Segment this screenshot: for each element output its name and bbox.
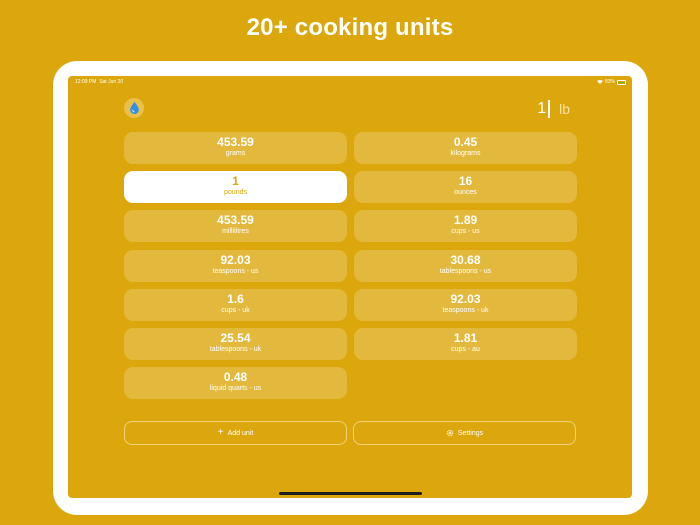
unit-value: 30.68	[450, 252, 481, 267]
unit-label: kilograms	[450, 150, 481, 157]
unit-value: 25.54	[220, 331, 251, 345]
unit-value: 1.89	[453, 213, 478, 228]
battery-icon	[617, 79, 626, 85]
status-left: 12:09 PM Sat Jun 20	[75, 79, 123, 85]
home-indicator	[279, 492, 422, 495]
unit-label: cups - us	[451, 228, 480, 236]
unit-label: liquid quarts - us	[209, 385, 262, 393]
status-time: 12:09 PM	[75, 79, 97, 85]
unit-value: 16	[458, 174, 473, 189]
unit-card[interactable]: 1.89 cups - us	[354, 210, 577, 243]
unit-value: 1.81	[453, 331, 478, 345]
settings-button[interactable]: Settings	[353, 421, 576, 445]
status-bar: 12:09 PM Sat Jun 20 83%	[75, 78, 626, 87]
water-drop-glyph	[129, 102, 139, 114]
water-drop-icon[interactable]	[124, 98, 144, 118]
unit-label: tablespoons - uk	[209, 346, 262, 353]
unit-card[interactable]: 25.54 tablespoons - uk	[124, 328, 347, 360]
plus-icon: +	[217, 427, 224, 438]
unit-label: millilitres	[222, 228, 249, 236]
input-value[interactable]: 1	[537, 100, 546, 118]
unit-label: cups - uk	[221, 306, 250, 314]
unit-label: ounces	[454, 189, 477, 197]
unit-label: tablespoons - us	[439, 267, 492, 275]
unit-value: 453.59	[217, 213, 254, 228]
unit-card[interactable]: 453.59 millilitres	[124, 210, 347, 243]
unit-value: 92.03	[450, 291, 481, 306]
unit-card[interactable]: 92.03 teaspoons - uk	[354, 288, 577, 321]
unit-card[interactable]: 1 pounds	[124, 171, 347, 204]
amount-input[interactable]: 1 lb	[537, 99, 570, 119]
add-unit-button[interactable]: + Add unit	[124, 421, 347, 445]
unit-card[interactable]: 0.45 kilograms	[354, 132, 577, 164]
unit-label: grams	[225, 150, 246, 157]
unit-value: 0.48	[223, 370, 248, 385]
unit-label: teaspoons - us	[212, 267, 259, 275]
settings-label: Settings	[457, 429, 484, 437]
unit-card[interactable]: 1.6 cups - uk	[124, 288, 347, 321]
app-screen: 12:09 PM Sat Jun 20 83% 1 lb 453.59 grams…	[68, 76, 632, 498]
unit-card[interactable]: 1.81 cups - au	[354, 328, 577, 360]
unit-card[interactable]: 30.68 tablespoons - us	[354, 249, 577, 282]
headline: 20+ cooking units	[246, 14, 454, 41]
unit-card[interactable]: 0.48 liquid quarts - us	[124, 367, 347, 400]
input-unit[interactable]: lb	[559, 101, 570, 117]
unit-value: 92.03	[220, 252, 251, 267]
wifi-icon	[596, 80, 603, 84]
battery-percent: 83%	[604, 79, 615, 85]
status-date: Sat Jun 20	[99, 79, 124, 85]
text-caret	[548, 100, 551, 118]
unit-card[interactable]: 453.59 grams	[124, 132, 347, 164]
gear-icon	[446, 429, 454, 437]
status-right: 83%	[596, 79, 626, 85]
unit-label: cups - au	[451, 346, 480, 353]
unit-label: pounds	[224, 189, 247, 197]
unit-card[interactable]: 92.03 teaspoons - us	[124, 249, 347, 282]
unit-value: 453.59	[217, 135, 254, 149]
unit-label: teaspoons - uk	[442, 306, 489, 314]
add-unit-label: Add unit	[227, 429, 254, 437]
unit-value: 0.45	[453, 135, 478, 149]
unit-value: 1.6	[227, 291, 244, 306]
unit-card[interactable]: 16 ounces	[354, 171, 577, 204]
unit-value: 1	[232, 174, 239, 189]
